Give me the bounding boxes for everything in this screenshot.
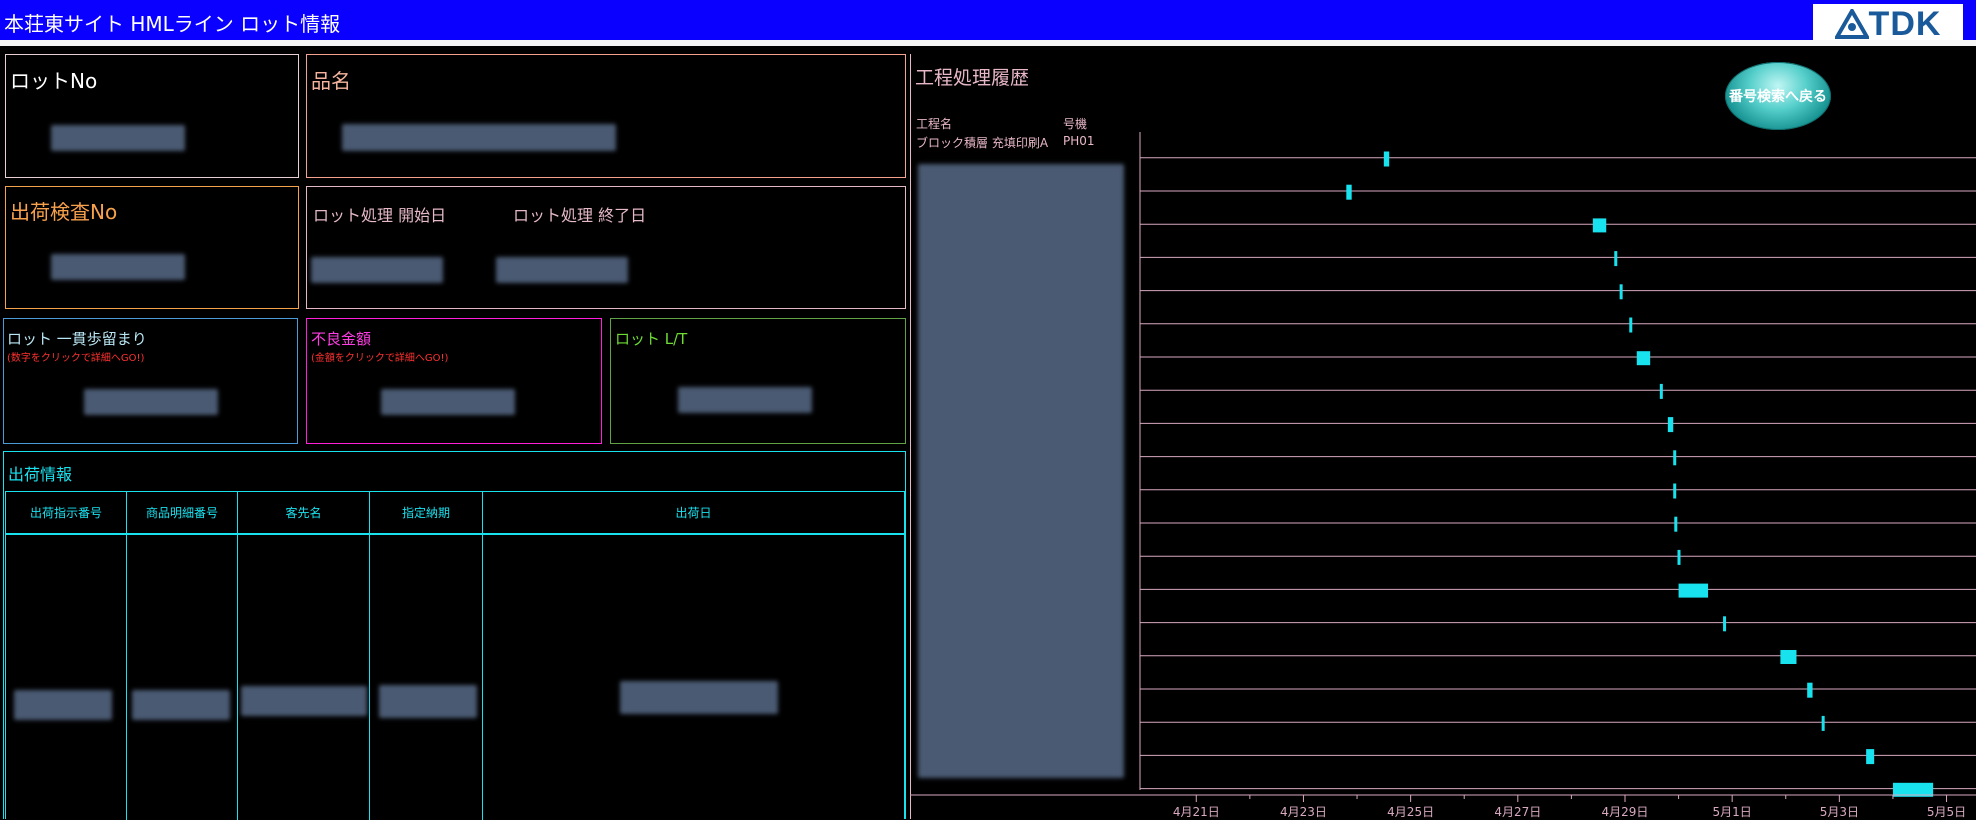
shipping-title: 出荷情報 [8,465,73,484]
shipment-inspection-panel: 出荷検査No [5,186,299,309]
gantt-bar [1821,715,1825,731]
shipping-table: 出荷指示番号 商品明細番号 客先名 指定納期 出荷日 [5,491,905,820]
page-title: 本荘東サイト HMLライン ロット情報 [4,12,341,36]
lot-no-label: ロットNo [10,69,98,93]
col-divider [369,492,370,820]
x-tick-label: 4月29日 [1602,805,1649,819]
tdk-logo: TDK [1813,4,1963,44]
gantt-bar [1674,516,1678,532]
gantt-bar [1723,616,1727,632]
x-tick-label: 5月1日 [1713,805,1752,819]
gantt-bar [1678,583,1709,598]
col-divider [126,492,127,820]
gantt-chart: 4月21日 4月23日 4月25日 4月27日 4月29日 5月1日 5月3日 5月5日 [910,132,1976,819]
gantt-bar [1659,383,1663,399]
back-to-search-button[interactable]: 番号検索へ戻る [1725,62,1831,130]
defect-amount-label: 不良金額 [311,330,372,348]
logo-text: TDK [1868,4,1942,43]
x-tick-label: 4月27日 [1494,805,1541,819]
col-header-shipment-order: 出荷指示番号 [29,506,102,520]
gantt-bar [1383,151,1390,167]
defect-amount-value[interactable] [381,389,515,415]
product-name-panel: 品名 [306,54,906,178]
shipment-inspection-value [51,254,185,280]
x-tick-label: 4月25日 [1387,805,1434,819]
gantt-bar [1807,682,1813,698]
lot-no-value [51,125,185,151]
lead-time-value [678,387,812,413]
yield-panel: ロット 一貫歩留まり (数字をクリックで詳細へGO!) [3,318,298,444]
yield-hint: (数字をクリックで詳細へGO!) [7,353,145,364]
gantt-bar [1673,450,1677,466]
yield-value[interactable] [84,389,218,415]
start-date-value [311,257,443,283]
item-detail-value [132,690,230,720]
gantt-bar [1780,650,1797,664]
gantt-bar [1592,218,1607,233]
x-tick-label: 5月3日 [1820,805,1859,819]
x-tick-label: 4月23日 [1280,805,1327,819]
product-name-value [342,124,616,151]
x-tick-label: 4月21日 [1173,805,1220,819]
col-header-ship-date: 出荷日 [675,506,712,520]
end-date-value [496,257,628,283]
x-tick-label: 5月5日 [1927,805,1966,819]
due-date-value [379,685,477,718]
header-rule [0,40,1976,46]
yield-label: ロット 一貫歩留まり [7,330,147,348]
lot-processing-panel: ロット処理 開始日 ロット処理 終了日 [306,186,906,309]
gantt-bar [1614,251,1618,267]
defect-amount-hint: (金額をクリックで詳細へGO!) [311,353,449,364]
defect-amount-panel: 不良金額 (金額をクリックで詳細へGO!) [306,318,602,444]
col-header-item-detail: 商品明細番号 [145,506,218,520]
col-header-customer: 客先名 [285,506,322,520]
lot-no-panel: ロットNo [5,54,299,178]
gantt-bar [1346,184,1352,200]
gantt-bar [1673,483,1677,499]
gantt-bar [1667,417,1674,433]
app-header: 本荘東サイト HMLライン ロット情報 TDK [0,0,1976,44]
gantt-bar [1629,317,1633,333]
col-divider [482,492,483,820]
lead-time-panel: ロット L/T [610,318,906,444]
lead-time-label: ロット L/T [615,330,688,348]
tdk-mark-icon [1834,9,1869,39]
customer-value [241,686,367,716]
gantt-bar [1636,351,1651,366]
gantt-bar [1619,284,1623,300]
shipment-inspection-label: 出荷検査No [10,200,118,224]
col-header-due-date: 指定納期 [401,506,450,520]
ship-date-value [620,681,778,714]
end-date-label: ロット処理 終了日 [513,206,647,225]
col-divider [237,492,238,820]
shipment-order-value [14,690,112,720]
product-name-label: 品名 [311,69,351,93]
process-history-chart: 工程処理履歴 工程名 号機 ブロック積層 充填印刷A PH01 4月21日 4月2… [910,54,1976,819]
start-date-label: ロット処理 開始日 [313,206,447,225]
gantt-bar [1677,549,1681,565]
shipping-header-rule [6,533,904,535]
gantt-bar [1866,749,1875,765]
